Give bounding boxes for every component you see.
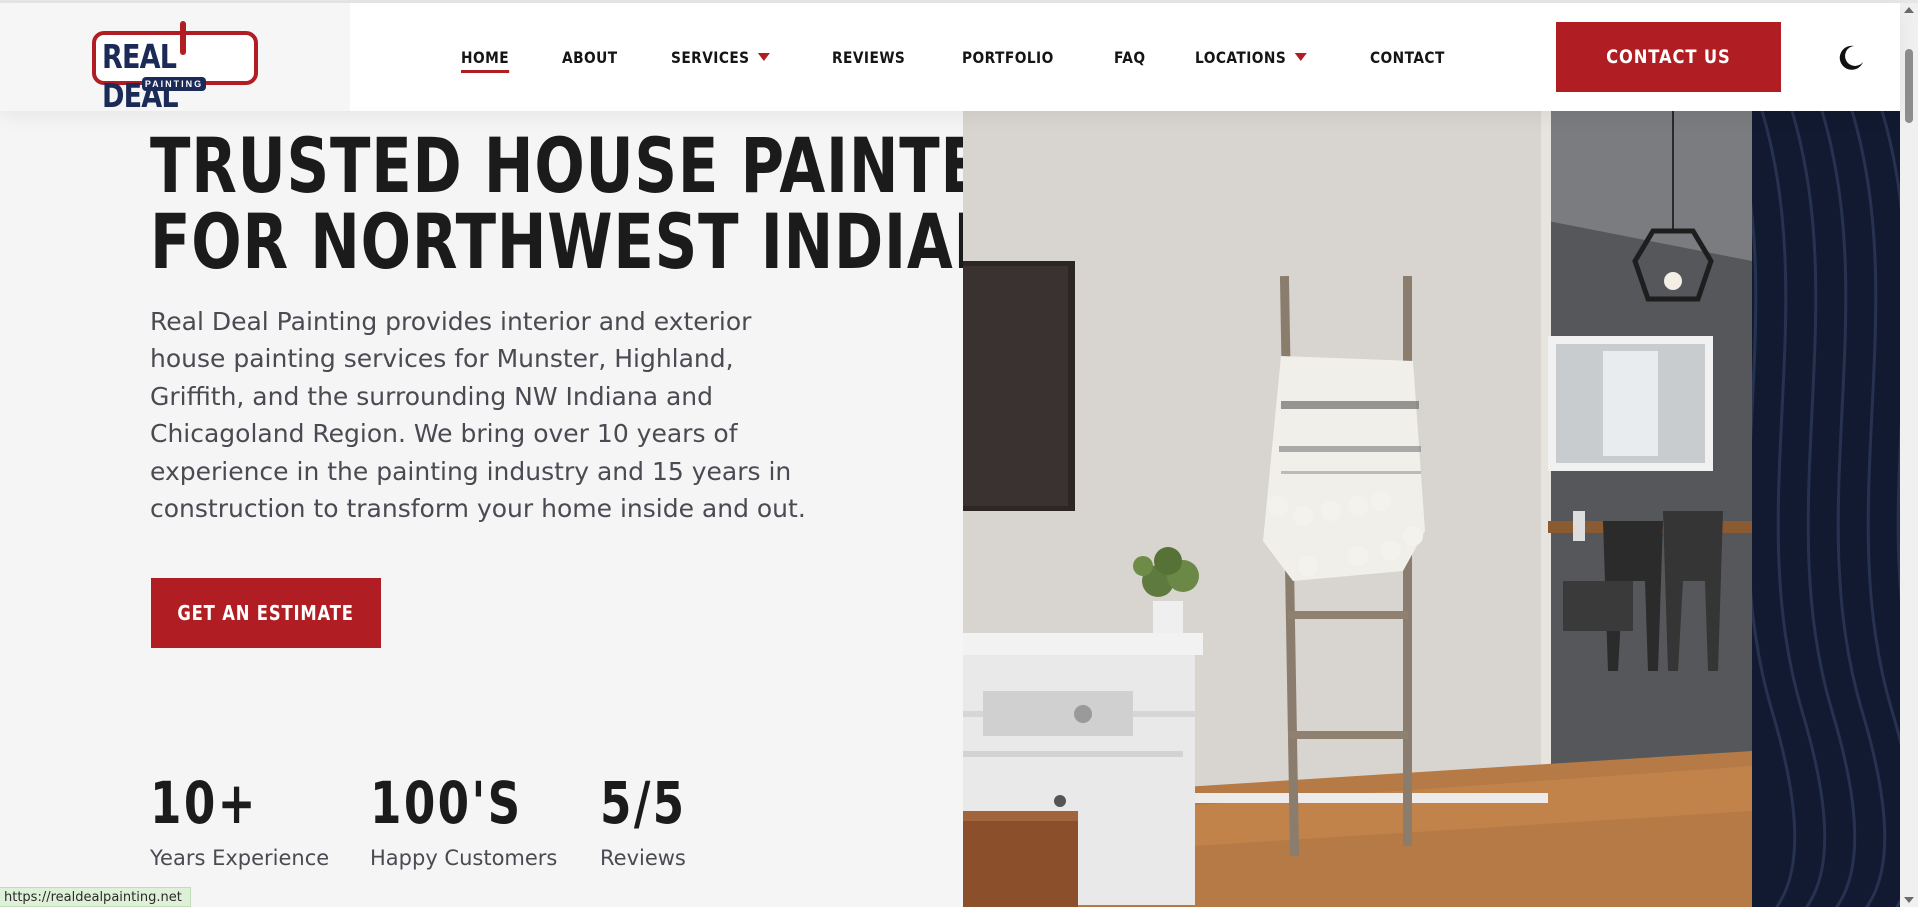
nav-item-contact[interactable]: CONTACT <box>1370 37 1445 77</box>
stat-reviews: 5/5 Reviews <box>600 770 711 870</box>
interior-room-photo <box>963 111 1752 907</box>
nav-label-faq: FAQ <box>1113 47 1146 67</box>
nav-item-portfolio[interactable]: PORTFOLIO <box>962 37 1054 77</box>
stat-value: 100'S <box>370 769 523 837</box>
chevron-down-icon <box>758 53 771 61</box>
logo-panel: REAL DEAL PAINTING <box>0 3 350 115</box>
hero-title-line-1: TRUSTED HOUSE PAINTERS <box>150 121 1072 210</box>
stat-value: 10+ <box>150 769 258 837</box>
page-scrollbar[interactable] <box>1900 3 1918 907</box>
nav-label-services: SERVICES <box>671 47 750 67</box>
scroll-up-arrow-icon[interactable] <box>1904 7 1914 13</box>
nav-label-contact: CONTACT <box>1370 47 1445 67</box>
hero-title-line-2: FOR NORTHWEST INDIANA <box>150 197 1051 286</box>
status-bar-url: https://realdealpainting.net <box>0 887 191 907</box>
contact-us-button[interactable]: CONTACT US <box>1556 22 1781 92</box>
nav-label-home: HOME <box>461 47 510 67</box>
nav-item-faq[interactable]: FAQ <box>1114 37 1145 77</box>
nav-label-portfolio: PORTFOLIO <box>961 47 1054 67</box>
nav-label-locations: LOCATIONS <box>1195 47 1287 67</box>
stat-years: 10+ Years Experience <box>150 770 329 870</box>
site-logo[interactable]: REAL DEAL PAINTING <box>88 21 260 115</box>
scrollbar-thumb[interactable] <box>1905 49 1913 123</box>
nav-item-about[interactable]: ABOUT <box>562 37 618 77</box>
get-estimate-label: GET AN ESTIMATE <box>177 601 355 625</box>
logo-text: REAL DEAL <box>102 37 179 115</box>
site-header: REAL DEAL PAINTING HOME ABOUT SERVICES R… <box>0 3 1900 115</box>
hero-image <box>963 111 1752 907</box>
stat-label: Years Experience <box>150 846 330 870</box>
moon-icon-graphic <box>1839 45 1863 70</box>
hero-title: TRUSTED HOUSE PAINTERS FOR NORTHWEST IND… <box>150 121 1072 286</box>
nav-item-services[interactable]: SERVICES <box>671 37 771 77</box>
nav-label-about: ABOUT <box>561 47 618 67</box>
nav-item-home[interactable]: HOME <box>461 37 509 77</box>
hero-description: Real Deal Painting provides interior and… <box>150 307 806 524</box>
nav-item-reviews[interactable]: REVIEWS <box>832 37 905 77</box>
get-estimate-button[interactable]: GET AN ESTIMATE <box>151 578 381 648</box>
nav-label-reviews: REVIEWS <box>831 47 906 67</box>
main-nav: HOME ABOUT SERVICES REVIEWS PORTFOLIO FA… <box>461 3 1502 111</box>
chevron-down-icon <box>1294 53 1307 61</box>
contact-us-label: CONTACT US <box>1606 46 1731 68</box>
logo-subtext: PAINTING <box>142 77 206 91</box>
stat-label: Happy Customers <box>370 846 558 870</box>
stat-customers: 100'S Happy Customers <box>370 770 566 870</box>
scroll-down-arrow-icon[interactable] <box>1904 897 1914 903</box>
wave-lines-pattern <box>1752 111 1900 907</box>
decorative-wave-panel <box>1752 111 1900 907</box>
moon-icon[interactable] <box>1836 43 1866 73</box>
nav-item-locations[interactable]: LOCATIONS <box>1195 37 1307 77</box>
stat-label: Reviews <box>600 846 686 870</box>
stat-value: 5/5 <box>600 769 687 837</box>
